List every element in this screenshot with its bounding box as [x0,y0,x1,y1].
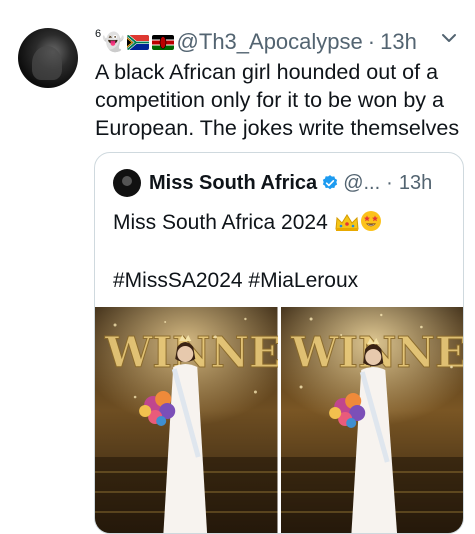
tweet-header: 6 👻 @Th3_Apocalypse · 13h [95,28,417,55]
verified-badge-icon [323,175,338,190]
quoted-user-name[interactable]: Miss South Africa [149,172,317,195]
user-handle[interactable]: @Th3_Apocalypse [177,29,363,55]
chevron-down-icon[interactable] [439,28,459,48]
separator-dot: · [386,171,393,194]
quoted-text-line: Miss South Africa 2024 [113,211,328,234]
quoted-tweet-card[interactable]: Miss South Africa @... · 13h Miss South … [94,152,464,534]
superscript-number: 6 [95,28,102,40]
quoted-tweet-text: Miss South Africa 2024 #MissSA2024 #MiaL… [113,209,382,295]
south-africa-flag-icon [126,34,149,50]
tweet-timestamp[interactable]: 13h [380,29,417,55]
quoted-tweet-header: Miss South Africa @... · 13h [113,169,432,197]
tweet-text-line: A black African girl hounded out of a [95,60,439,84]
quoted-media-grid: WINNE [95,307,463,533]
tweet-text-line: European. The jokes write themselves [95,116,460,140]
crown-icon [335,214,359,231]
kenya-flag-icon [151,34,174,50]
quoted-user-avatar[interactable] [113,169,141,197]
quoted-timestamp[interactable]: 13h [399,172,432,195]
star-struck-icon [360,211,381,231]
winner-photo-right[interactable]: WINNE [280,307,463,533]
quoted-text-hashtags[interactable]: #MissSA2024 #MiaLeroux [113,267,382,295]
separator-dot: · [367,29,376,54]
tweet-text: A black African girl hounded out of a co… [95,58,470,142]
tweet-text-line: competition only for it to be won by a [95,88,444,112]
quoted-user-handle[interactable]: @... [343,172,380,195]
ghost-icon: 👻 [102,31,125,52]
user-avatar[interactable] [18,28,78,88]
winner-photo-left[interactable]: WINNE [95,307,278,533]
